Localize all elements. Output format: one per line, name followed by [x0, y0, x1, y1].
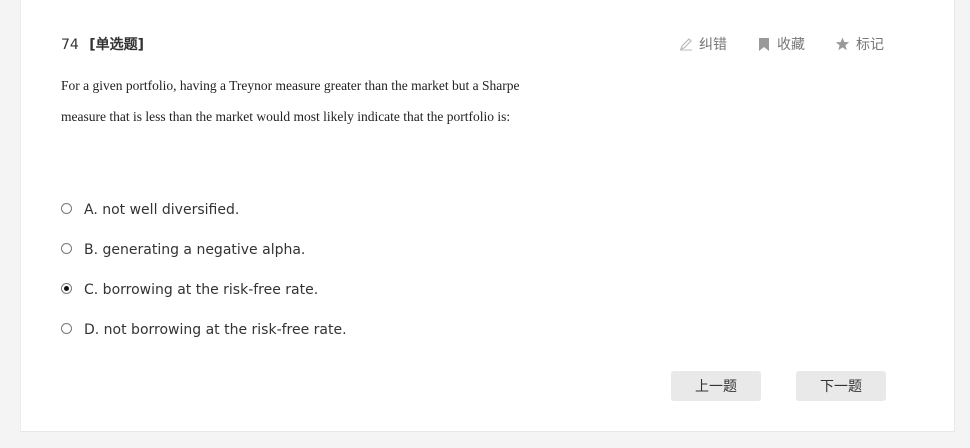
option-c[interactable]: C. borrowing at the risk-free rate.	[61, 270, 347, 310]
pencil-icon	[679, 37, 693, 51]
radio-b[interactable]	[61, 242, 72, 254]
answer-options: A. not well diversified. B. generating a…	[61, 190, 347, 350]
mark-button[interactable]: 标记	[835, 34, 884, 54]
favorite-label: 收藏	[777, 37, 805, 53]
report-error-button[interactable]: 纠错	[679, 34, 727, 54]
radio-d[interactable]	[61, 322, 72, 334]
question-header: 74 [单选题]	[61, 34, 144, 54]
report-error-label: 纠错	[699, 37, 727, 53]
question-stem-line: For a given portfolio, having a Treynor …	[61, 78, 520, 93]
radio-a[interactable]	[61, 202, 72, 214]
question-number: 74	[61, 37, 79, 53]
question-type: [单选题]	[89, 37, 145, 53]
mark-label: 标记	[856, 37, 884, 53]
option-d-label: D. not borrowing at the risk-free rate.	[84, 322, 347, 338]
option-d[interactable]: D. not borrowing at the risk-free rate.	[61, 310, 347, 350]
bookmark-icon	[757, 37, 771, 52]
star-icon	[835, 37, 850, 51]
radio-c[interactable]	[61, 282, 72, 294]
option-a-label: A. not well diversified.	[84, 202, 240, 218]
favorite-button[interactable]: 收藏	[757, 34, 805, 54]
prev-question-button[interactable]: 上一题	[671, 371, 761, 401]
option-b-label: B. generating a negative alpha.	[84, 242, 306, 258]
next-question-button[interactable]: 下一题	[796, 371, 886, 401]
question-stem-line: measure that is less than the market wou…	[61, 109, 511, 124]
option-c-label: C. borrowing at the risk-free rate.	[84, 282, 319, 298]
option-b[interactable]: B. generating a negative alpha.	[61, 230, 347, 270]
option-a[interactable]: A. not well diversified.	[61, 190, 347, 230]
question-stem: For a given portfolio, having a Treynor …	[61, 70, 581, 132]
question-card: 74 [单选题] 纠错 收藏 标记 For a given portfolio,…	[20, 0, 955, 432]
question-tools: 纠错 收藏 标记	[679, 34, 884, 54]
